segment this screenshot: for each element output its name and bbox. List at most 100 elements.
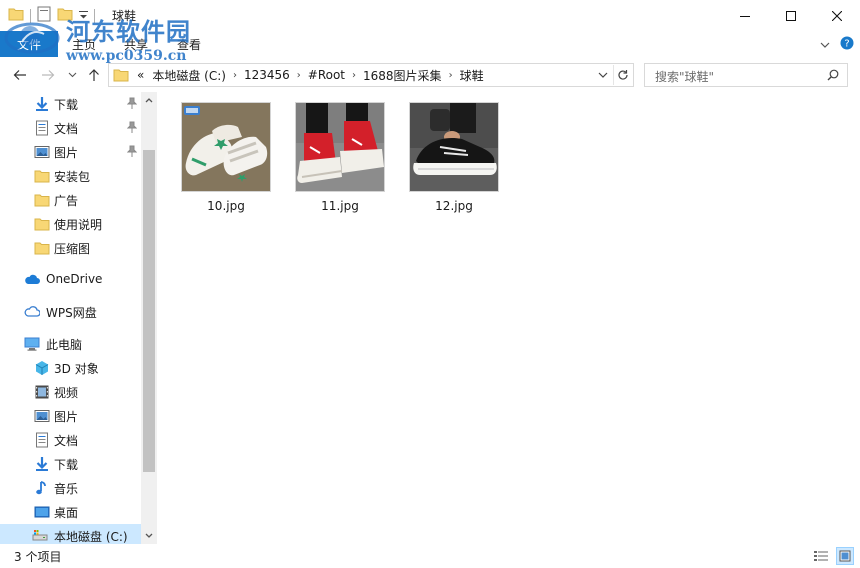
help-icon[interactable]: ? (840, 36, 854, 53)
onedrive-cloud-icon (25, 274, 40, 284)
maximize-button[interactable] (768, 0, 814, 31)
sidebar-item-label: WPS网盘 (46, 306, 97, 320)
sidebar-item-pictures[interactable]: 图片 (0, 404, 141, 428)
scrollbar-thumb[interactable] (143, 150, 155, 472)
tab-file[interactable]: 文件 (0, 31, 58, 57)
up-button[interactable] (86, 66, 102, 84)
title-bar: 球鞋 (0, 0, 860, 31)
tab-share[interactable]: 共享 (124, 36, 148, 53)
refresh-button[interactable] (613, 65, 631, 85)
divider (30, 8, 31, 23)
status-bar: 3 个项目 (0, 544, 860, 568)
chevron-right-icon[interactable]: › (446, 70, 456, 81)
sidebar-item-folder[interactable]: 安装包 (0, 164, 141, 188)
cloud-icon (24, 306, 40, 317)
folder-icon (34, 218, 50, 231)
document-icon (36, 120, 48, 136)
sidebar-item-downloads[interactable]: 下载 (0, 92, 141, 116)
chevron-right-icon[interactable]: › (349, 70, 359, 81)
search-icon[interactable] (827, 69, 839, 84)
sidebar-item-pictures[interactable]: 图片 (0, 140, 141, 164)
file-item[interactable]: 11.jpg (294, 102, 386, 216)
recent-locations-button[interactable] (64, 66, 80, 84)
large-icons-view-button[interactable] (836, 547, 854, 565)
breadcrumb: « 本地磁盘 (C:) › 123456 › #Root › 1688图片采集 … (129, 67, 488, 84)
ribbon-right-controls: ? (820, 36, 854, 53)
nav-scrollbar[interactable] (141, 92, 157, 544)
sidebar-item-desktop[interactable]: 桌面 (0, 500, 141, 524)
sidebar-item-label: 广告 (54, 194, 79, 208)
svg-text:?: ? (844, 39, 849, 50)
scroll-down-button[interactable] (141, 528, 157, 544)
sidebar-item-videos[interactable]: 视频 (0, 380, 141, 404)
sidebar-item-local-disk[interactable]: 本地磁盘 (C:) (0, 524, 141, 544)
pin-icon[interactable] (127, 121, 137, 133)
breadcrumb-overflow[interactable]: « (133, 68, 148, 82)
close-button[interactable] (814, 0, 860, 31)
address-bar[interactable]: « 本地磁盘 (C:) › 123456 › #Root › 1688图片采集 … (108, 63, 634, 87)
file-item[interactable]: 10.jpg (180, 102, 272, 216)
sidebar-item-3d-objects[interactable]: 3D 对象 (0, 356, 141, 380)
folder-icon (34, 170, 50, 183)
breadcrumb-item[interactable]: 本地磁盘 (C:) (148, 67, 230, 84)
download-icon (36, 457, 48, 471)
sidebar-item-label: 下载 (54, 458, 79, 472)
computer-icon (24, 337, 40, 351)
details-view-button[interactable] (812, 547, 830, 565)
item-count: 3 个项目 (14, 550, 62, 564)
pin-icon[interactable] (127, 97, 137, 109)
folder-icon (34, 242, 50, 255)
view-switcher (812, 547, 854, 565)
breadcrumb-item[interactable]: #Root (304, 68, 349, 82)
pin-icon[interactable] (127, 145, 137, 157)
sidebar-item-documents[interactable]: 文档 (0, 428, 141, 452)
ribbon-tabs: 文件 主页 共享 查看 ? (0, 31, 860, 57)
expand-ribbon-icon[interactable] (820, 38, 830, 52)
minimize-button[interactable] (722, 0, 768, 31)
details-view-icon (814, 551, 828, 561)
sidebar-item-label: 压缩图 (54, 242, 91, 256)
tab-view[interactable]: 查看 (177, 36, 201, 53)
sidebar-item-wps[interactable]: WPS网盘 (0, 300, 141, 324)
properties-icon[interactable] (37, 6, 51, 25)
sidebar-item-label: 本地磁盘 (C:) (54, 530, 128, 544)
sidebar-item-folder[interactable]: 使用说明 (0, 212, 141, 236)
sidebar-item-folder[interactable]: 压缩图 (0, 236, 141, 260)
download-icon (36, 97, 48, 111)
sidebar-item-label: 此电脑 (46, 338, 83, 352)
file-item[interactable]: 12.jpg (408, 102, 500, 216)
file-view: 10.jpg 11.jpg 12.jpg (158, 92, 860, 544)
file-name: 10.jpg (207, 199, 245, 213)
quick-access-toolbar (8, 6, 95, 25)
sidebar-item-this-pc[interactable]: 此电脑 (0, 332, 141, 356)
qat-dropdown-icon[interactable] (79, 9, 88, 23)
chevron-right-icon[interactable]: › (294, 70, 304, 81)
chevron-right-icon[interactable]: › (230, 70, 240, 81)
breadcrumb-item[interactable]: 1688图片采集 (359, 67, 446, 84)
scroll-up-button[interactable] (141, 92, 157, 108)
sidebar-item-music[interactable]: 音乐 (0, 476, 141, 500)
breadcrumb-item[interactable]: 球鞋 (456, 67, 488, 84)
search-input[interactable]: 搜索"球鞋" (644, 63, 848, 87)
pictures-icon (34, 146, 50, 158)
search-placeholder: 搜索"球鞋" (655, 70, 715, 84)
sidebar-item-onedrive[interactable]: OneDrive (0, 268, 141, 292)
sidebar-item-downloads[interactable]: 下载 (0, 452, 141, 476)
image-thumbnail (295, 102, 385, 192)
3d-objects-icon (35, 361, 49, 375)
back-button[interactable] (12, 66, 28, 84)
chevron-down-icon[interactable] (597, 68, 611, 82)
sidebar-item-label: 下载 (54, 98, 79, 112)
sidebar-item-label: 图片 (54, 410, 79, 424)
sidebar-item-documents[interactable]: 文档 (0, 116, 141, 140)
breadcrumb-item[interactable]: 123456 (240, 68, 294, 82)
desktop-icon (34, 506, 50, 518)
sidebar-item-label: 3D 对象 (54, 362, 99, 376)
tab-home[interactable]: 主页 (72, 36, 96, 53)
new-folder-icon[interactable] (57, 7, 73, 24)
sidebar-item-folder[interactable]: 广告 (0, 188, 141, 212)
document-icon (36, 432, 48, 448)
sidebar-item-label: 文档 (54, 122, 79, 136)
image-thumbnail (409, 102, 499, 192)
forward-button[interactable] (40, 66, 56, 84)
